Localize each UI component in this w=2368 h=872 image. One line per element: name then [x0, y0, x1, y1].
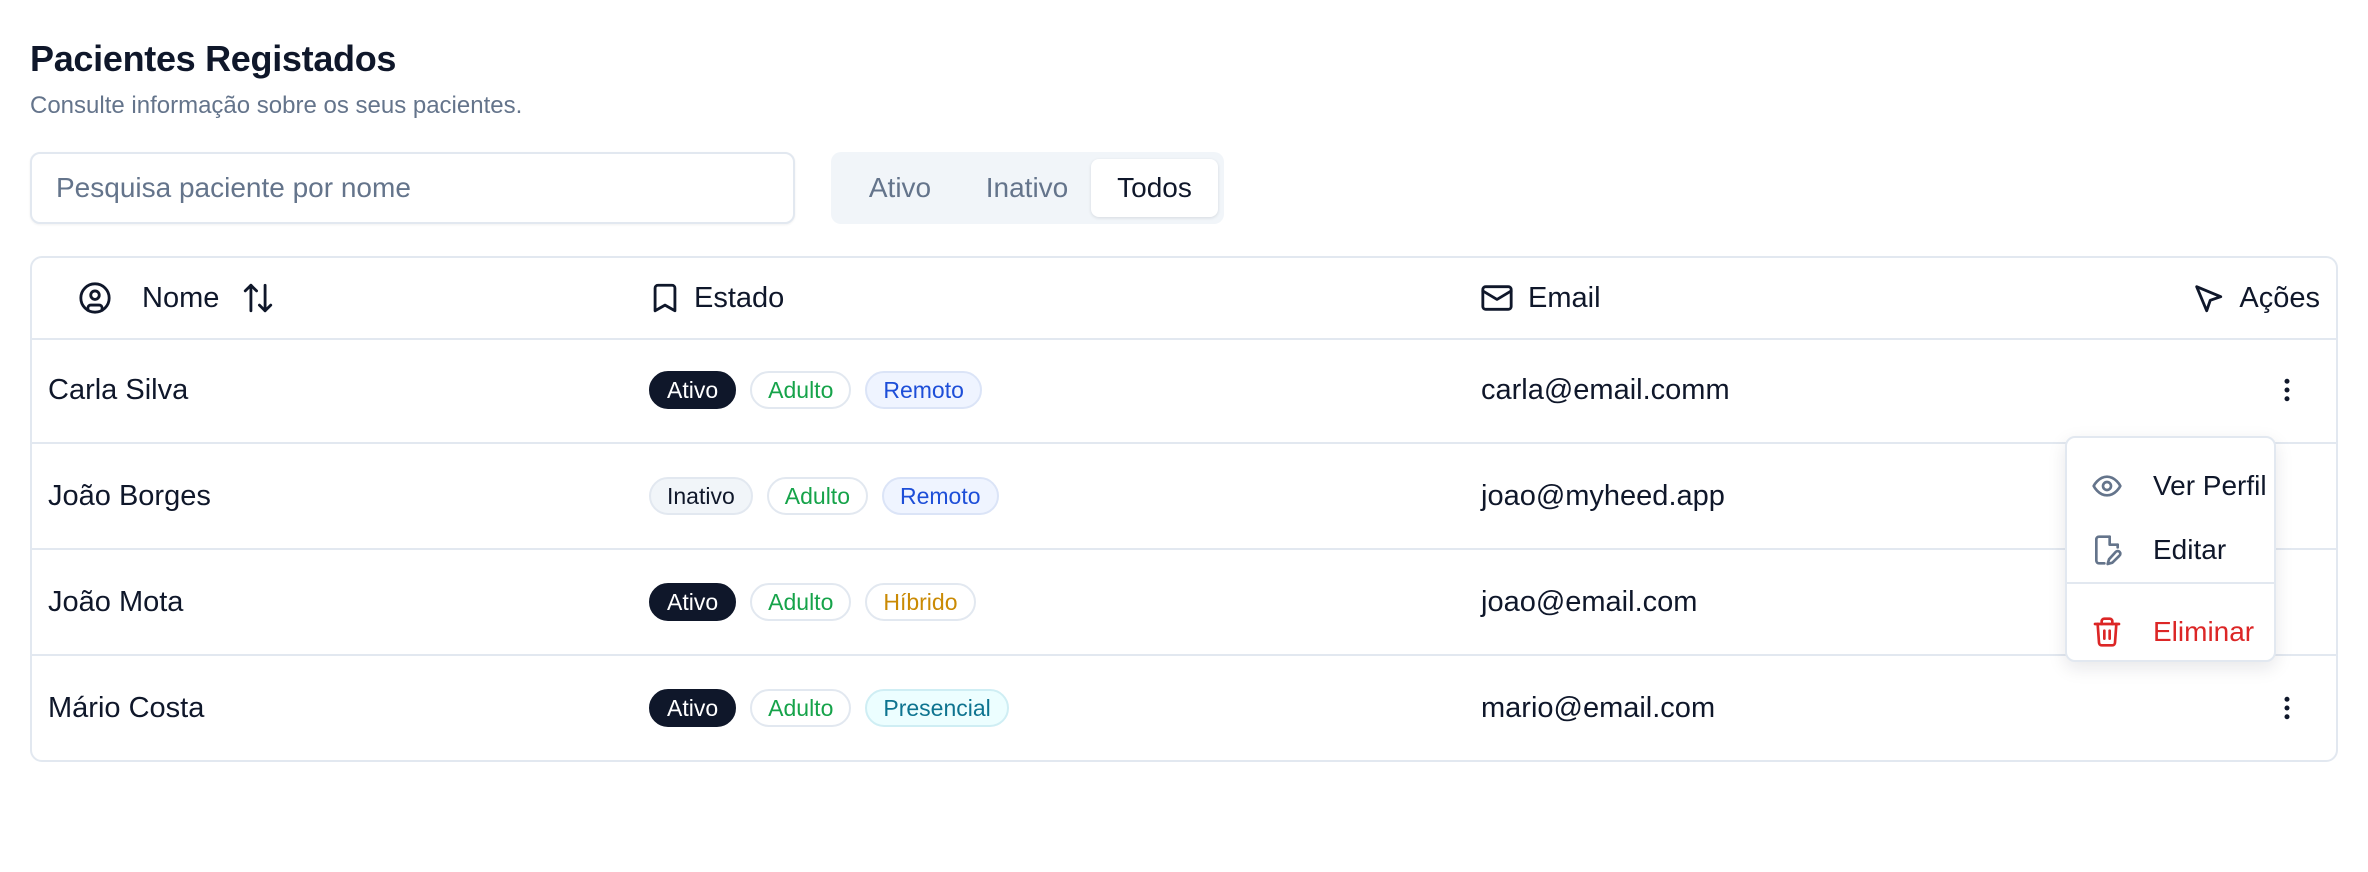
menu-item-delete[interactable]: Eliminar: [2067, 602, 2274, 662]
row-actions-button[interactable]: [2272, 338, 2302, 442]
table-row: João Mota Ativo Adulto Híbrido joao@emai…: [32, 550, 2336, 656]
patient-name: João Mota: [48, 585, 184, 618]
menu-item-edit[interactable]: Editar: [2067, 520, 2274, 580]
table-header: Nome Estado Email Ações: [32, 258, 2336, 340]
user-circle-icon: [79, 282, 111, 314]
status-badges: Ativo Adulto Híbrido: [649, 550, 976, 654]
column-header-name: Nome: [78, 258, 275, 338]
mode-badge: Remoto: [881, 477, 999, 515]
table-row: João Borges Inativo Adulto Remoto joao@m…: [32, 444, 2336, 550]
patient-email: joao@email.com: [1481, 585, 1698, 618]
filter-tab-todos[interactable]: Todos: [1091, 159, 1218, 217]
patient-name: Mário Costa: [48, 691, 205, 724]
status-badge: Ativo: [649, 371, 737, 409]
menu-item-label: Editar: [2153, 534, 2227, 565]
filter-tab-inativo[interactable]: Inativo: [963, 159, 1091, 217]
file-edit-icon: [2095, 535, 2122, 566]
mode-badge: Híbrido: [865, 583, 976, 621]
status-badges: Inativo Adulto Remoto: [649, 444, 999, 548]
column-label-acoes: Ações: [2239, 281, 2320, 314]
patient-email: joao@myheed.app: [1481, 479, 1725, 512]
patients-page: Pacientes Registados Consulte informação…: [0, 0, 2368, 872]
table-row: Mário Costa Ativo Adulto Presencial mari…: [32, 656, 2336, 760]
patient-email: mario@email.com: [1481, 691, 1716, 724]
more-vertical-icon: [2284, 378, 2290, 402]
table-row: Carla Silva Ativo Adulto Remoto carla@em…: [32, 338, 2336, 444]
search-input[interactable]: [30, 152, 795, 224]
menu-item-label: Ver Perfil: [2153, 470, 2267, 501]
column-header-acoes: Ações: [2191, 258, 2320, 338]
column-label-email: Email: [1528, 281, 1601, 314]
status-badge: Ativo: [649, 583, 737, 621]
pointer-icon: [2195, 285, 2223, 313]
patient-email: carla@email.comm: [1481, 373, 1730, 406]
status-badge: Ativo: [649, 689, 737, 727]
row-actions-button[interactable]: [2272, 656, 2302, 760]
menu-item-label: Eliminar: [2153, 616, 2255, 647]
age-badge: Adulto: [750, 583, 852, 621]
filter-tab-ativo[interactable]: Ativo: [837, 159, 963, 217]
more-vertical-icon: [2284, 696, 2290, 720]
mail-icon: [1481, 285, 1513, 311]
age-badge: Adulto: [750, 371, 852, 409]
trash-icon: [2093, 617, 2121, 647]
sort-arrows-icon: [244, 283, 273, 313]
patient-name: João Borges: [48, 479, 211, 512]
status-badges: Ativo Adulto Presencial: [649, 656, 1009, 760]
age-badge: Adulto: [766, 477, 868, 515]
menu-item-view-profile[interactable]: Ver Perfil: [2067, 456, 2274, 516]
status-badges: Ativo Adulto Remoto: [649, 338, 982, 442]
column-label-estado: Estado: [694, 281, 785, 314]
row-actions-menu: Ver Perfil Editar Eliminar: [2065, 436, 2276, 662]
patient-name: Carla Silva: [48, 373, 189, 406]
mode-badge: Presencial: [865, 689, 1009, 727]
status-badge: Inativo: [649, 477, 753, 515]
eye-icon: [2092, 475, 2122, 497]
page-title: Pacientes Registados: [30, 38, 397, 79]
status-filter-tabs: Ativo Inativo Todos: [831, 152, 1224, 224]
page-subtitle: Consulte informação sobre os seus pacien…: [30, 92, 523, 119]
column-header-estado: Estado: [648, 258, 784, 338]
column-header-email: Email: [1480, 258, 1601, 338]
age-badge: Adulto: [750, 689, 852, 727]
menu-separator: [2067, 582, 2274, 584]
bookmark-icon: [653, 283, 677, 313]
column-label-name: Nome: [142, 281, 220, 314]
patients-table: Nome Estado Email Ações Carla Silva Ativ…: [30, 256, 2338, 762]
mode-badge: Remoto: [865, 371, 982, 409]
sort-button[interactable]: [241, 281, 275, 315]
